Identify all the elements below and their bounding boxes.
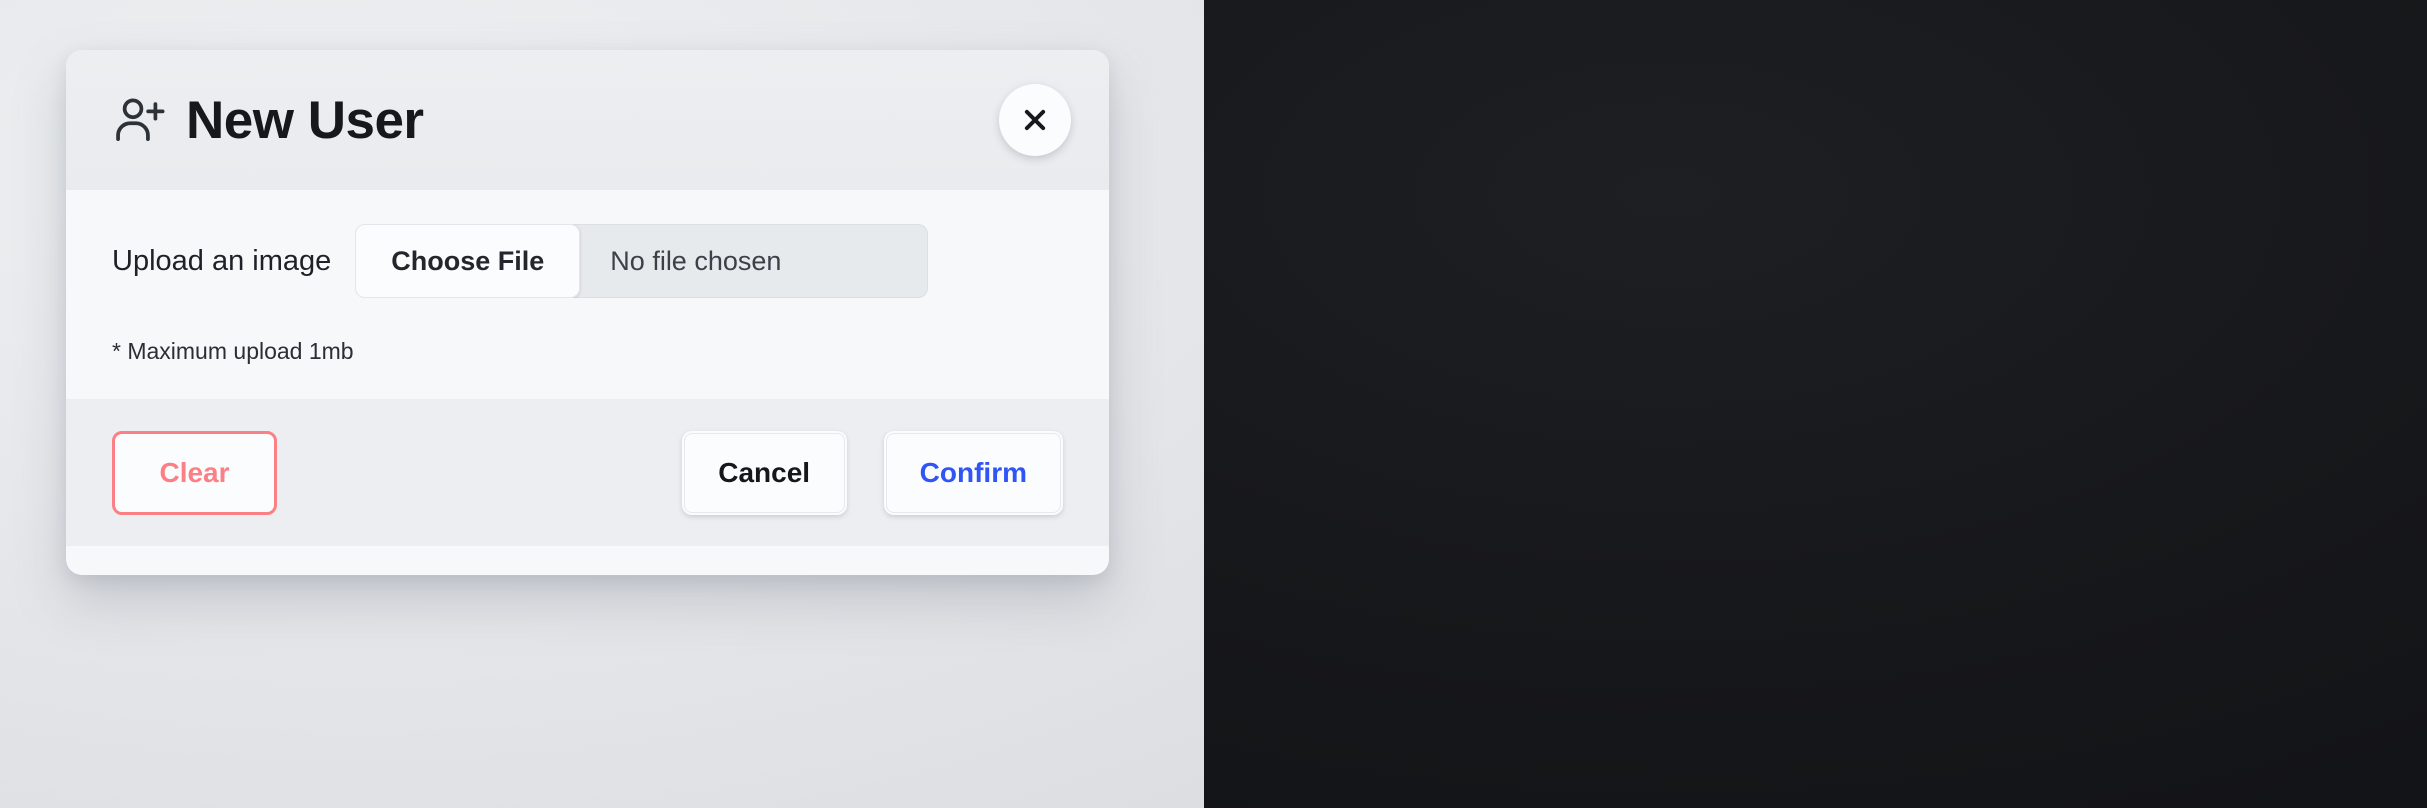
dark-theme-pane: New User Upload an image Choose File No … (1204, 0, 2427, 808)
choose-file-button[interactable]: Choose File (355, 224, 581, 298)
upload-row: Upload an image Choose File No file chos… (112, 224, 1063, 298)
file-name-text: No file chosen (610, 245, 782, 276)
dialog-header: New User (66, 50, 1109, 190)
theme-comparison-stage: New User Upload an image Choose File No … (0, 0, 2427, 808)
clear-button[interactable]: Clear (112, 430, 277, 515)
file-input[interactable]: Choose File No file chosen (355, 224, 929, 298)
new-user-dialog-light: New User Upload an image Choose File No … (66, 50, 1109, 575)
dialog-body: Upload an image Choose File No file chos… (66, 190, 1109, 399)
close-icon (1024, 109, 1046, 131)
light-theme-pane: New User Upload an image Choose File No … (0, 0, 1204, 808)
upload-hint: * Maximum upload 1mb (112, 338, 354, 364)
close-button[interactable] (999, 84, 1071, 156)
dialog-footer: Clear Cancel Confirm (66, 399, 1109, 546)
footer-action-group: Cancel Confirm (681, 430, 1063, 515)
upload-label: Upload an image (112, 244, 332, 277)
confirm-button[interactable]: Confirm (883, 430, 1063, 515)
user-plus-icon (116, 98, 165, 141)
page-title: New User (186, 90, 424, 150)
cancel-button[interactable]: Cancel (681, 430, 847, 515)
